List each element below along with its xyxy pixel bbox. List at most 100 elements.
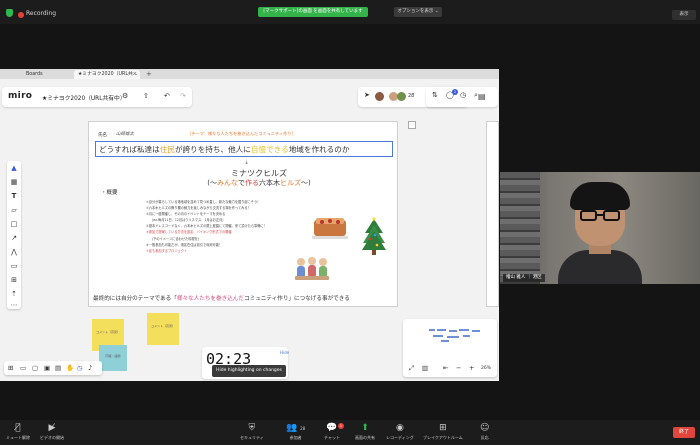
share-screen-button[interactable]: ⬆ 画面の共有 bbox=[355, 423, 375, 441]
video-person-hair bbox=[570, 182, 630, 210]
zoom-in-icon[interactable]: + bbox=[469, 364, 474, 372]
video-off-icon: ▶̸ bbox=[48, 423, 56, 433]
sticky-note[interactable]: 同様・議題 bbox=[99, 345, 127, 371]
timer-icon[interactable]: ◷ bbox=[460, 91, 466, 99]
miro-canvas[interactable]: miro ★ミナヨク2020（URL共有中） ⚙ ⇧ ↶ ↷ ➤ 28 ⇅ ◯ … bbox=[0, 79, 499, 381]
frame-tool-icon[interactable]: ▦ bbox=[7, 178, 21, 186]
minimap-content bbox=[429, 329, 480, 342]
headline-question: どうすれば私達は住民が誇りを持ち、他人に自慢できる地域を作れるのか bbox=[99, 144, 349, 155]
participant-name-label: 檜山 雅人 ｜ 港区 bbox=[503, 274, 545, 282]
frames-icon[interactable]: ▭ bbox=[20, 364, 26, 372]
miro-left-toolbar: ▲ ▦ T ▱ □ ↗ ⋀ ▭ ⊞ ⇡ ⋯ bbox=[7, 161, 21, 309]
chat-bubble-icon[interactable]: ▢ bbox=[32, 364, 38, 372]
close-icon[interactable]: × bbox=[133, 70, 137, 79]
redo-icon[interactable]: ↷ bbox=[180, 92, 186, 100]
timer-icon[interactable]: ◷ bbox=[77, 364, 83, 372]
connection-line-tool-icon[interactable]: ↗ bbox=[7, 234, 21, 242]
record-button[interactable]: ◉ レコーディング bbox=[386, 423, 414, 441]
subtitle-part: 六本木 bbox=[259, 179, 280, 187]
breakout-rooms-button[interactable]: ⊞ ブレイクアウトルーム bbox=[423, 423, 463, 441]
overview-point: ⑦区も参加するプロジェクト bbox=[146, 248, 188, 253]
chat-button[interactable]: 💬 1 チャット bbox=[324, 423, 344, 441]
overview-points: ①自分が暮らしている港地域を並めて見つめ直し、新たな魅力を掘り起こそう！ ②六本木… bbox=[146, 199, 316, 254]
avatar[interactable] bbox=[375, 92, 384, 101]
board-menu-icon[interactable]: ▤ bbox=[478, 92, 486, 101]
zoom-bottom-bar: 🎙̸ ミュート解除 ▶̸ ビデオの開始 ⛨ セキュリティ 👥 28 参加者 💬 … bbox=[0, 420, 700, 445]
upload-tool-icon[interactable]: ⇡ bbox=[7, 290, 21, 298]
map-toggle-icon[interactable]: ▥ bbox=[422, 364, 428, 372]
name-value: 山崎雄太 bbox=[116, 132, 134, 137]
button-label: チャット bbox=[324, 435, 340, 440]
avatar[interactable] bbox=[397, 92, 406, 101]
reaction-icon: ☺ bbox=[480, 423, 490, 433]
subtitle-highlight: みんな bbox=[217, 179, 238, 187]
participants-button[interactable]: 👥 28 参加者 bbox=[286, 423, 305, 441]
unmute-button[interactable]: 🎙̸ ミュート解除 bbox=[6, 423, 30, 441]
select-tool-icon[interactable]: ▲ bbox=[7, 164, 21, 172]
project-subtitle: (〜みんなで作る六本木ヒルズ〜) bbox=[89, 178, 399, 188]
chat-badge: 1 bbox=[338, 423, 344, 429]
glasses-icon bbox=[603, 210, 620, 221]
new-tab-button[interactable]: + bbox=[146, 69, 152, 79]
board-name[interactable]: ★ミナヨク2020（URL共有中） bbox=[42, 93, 126, 102]
pen-tool-icon[interactable]: ⋀ bbox=[7, 248, 21, 256]
miro-right-tools: ⇅ ◯ 2 ◷ ⌕ bbox=[426, 87, 498, 107]
miro-board-bar: miro ★ミナヨク2020（URL共有中） ⚙ ⇧ ↶ ↷ bbox=[2, 87, 192, 107]
tab-miro-board[interactable]: ★ミナヨク2020（URL共... × bbox=[74, 70, 140, 79]
hand-icon[interactable]: ✋ bbox=[66, 364, 74, 372]
shape-tool-icon[interactable]: □ bbox=[7, 220, 21, 228]
video-icon[interactable]: ▣ bbox=[44, 364, 50, 372]
filter-icon[interactable]: ⇅ bbox=[432, 91, 438, 99]
conclusion-part: コミュニティ作り」につなげる事ができる bbox=[244, 296, 350, 302]
recording-dot-icon bbox=[18, 12, 24, 18]
christmas-tree-image bbox=[362, 217, 386, 255]
expand-icon[interactable]: ⤢ bbox=[409, 364, 414, 373]
shared-browser-window: Boards ★ミナヨク2020（URL共... × + miro ★ミナヨク2… bbox=[0, 69, 499, 381]
frame-add-tool-icon[interactable]: ⊞ bbox=[7, 276, 21, 284]
fit-screen-icon[interactable]: ⇤ bbox=[443, 364, 448, 372]
share-screen-icon: ⬆ bbox=[361, 423, 369, 433]
mic-icon[interactable]: ♪ bbox=[88, 364, 92, 372]
grid-icon[interactable]: ⊞ bbox=[8, 364, 13, 372]
button-label: レコーディング bbox=[386, 435, 414, 440]
share-export-icon[interactable]: ⇧ bbox=[143, 92, 149, 100]
zoom-level[interactable]: 26% bbox=[481, 366, 491, 371]
sticky-note-tool-icon[interactable]: ▱ bbox=[7, 206, 21, 214]
more-tools-icon[interactable]: ⋯ bbox=[7, 301, 21, 309]
button-label: ブレイクアウトルーム bbox=[423, 435, 463, 440]
empty-frame[interactable] bbox=[408, 121, 416, 129]
start-video-button[interactable]: ▶̸ ビデオの開始 bbox=[40, 423, 64, 441]
screen-icon[interactable]: ▤ bbox=[55, 364, 61, 372]
miro-logo[interactable]: miro bbox=[8, 91, 32, 101]
button-label: 画面の共有 bbox=[355, 435, 375, 440]
zoom-out-icon[interactable]: − bbox=[456, 364, 461, 372]
security-button[interactable]: ⛨ セキュリティ bbox=[240, 423, 264, 441]
adjacent-frame[interactable] bbox=[486, 121, 499, 307]
settings-icon[interactable]: ⚙ bbox=[122, 92, 128, 100]
subtitle-highlight: ヒルズ bbox=[280, 179, 301, 187]
conclusion-part: 最終的には自分のテーマである「 bbox=[93, 296, 177, 302]
pointer-icon[interactable]: ➤ bbox=[364, 91, 370, 99]
headline-selection-box[interactable]: どうすれば私達は住民が誇りを持ち、他人に自慢できる地域を作れるのか bbox=[95, 141, 393, 157]
text-tool-icon[interactable]: T bbox=[7, 192, 21, 200]
comment-tool-icon[interactable]: ▭ bbox=[7, 262, 21, 270]
subtitle-part: (〜 bbox=[207, 179, 217, 187]
view-options-button[interactable]: オプションを表示 ⌄ bbox=[394, 7, 442, 17]
button-label: 参加者 bbox=[289, 435, 302, 440]
sticky-note[interactable]: コメント（高見） bbox=[147, 313, 179, 345]
subtitle-part: 〜) bbox=[301, 179, 311, 187]
reactions-button[interactable]: ☺ 反応 bbox=[480, 423, 489, 441]
board-minimap[interactable]: ⤢ ▥ ⇤ − + 26% bbox=[403, 319, 497, 377]
tab-label: ★ミナヨク2020（URL共... bbox=[78, 72, 138, 77]
glasses-icon bbox=[580, 210, 597, 221]
view-mode-button[interactable]: 表示 bbox=[672, 10, 696, 20]
end-meeting-button[interactable]: 終了 bbox=[673, 427, 695, 438]
video-person-body bbox=[558, 250, 642, 284]
timer-hide-link[interactable]: Hide bbox=[280, 350, 289, 355]
board-document-frame[interactable]: 氏名 山崎雄太 ［テーマ：様々な人たちを巻き込んだコミュニティ作り］ どうすれば… bbox=[88, 121, 398, 307]
video-shelf bbox=[500, 172, 540, 284]
record-icon: ◉ bbox=[395, 423, 404, 433]
undo-icon[interactable]: ↶ bbox=[164, 92, 170, 100]
tab-boards[interactable]: Boards bbox=[22, 70, 72, 79]
participant-video-tile[interactable]: 檜山 雅人 ｜ 港区 bbox=[500, 172, 700, 284]
